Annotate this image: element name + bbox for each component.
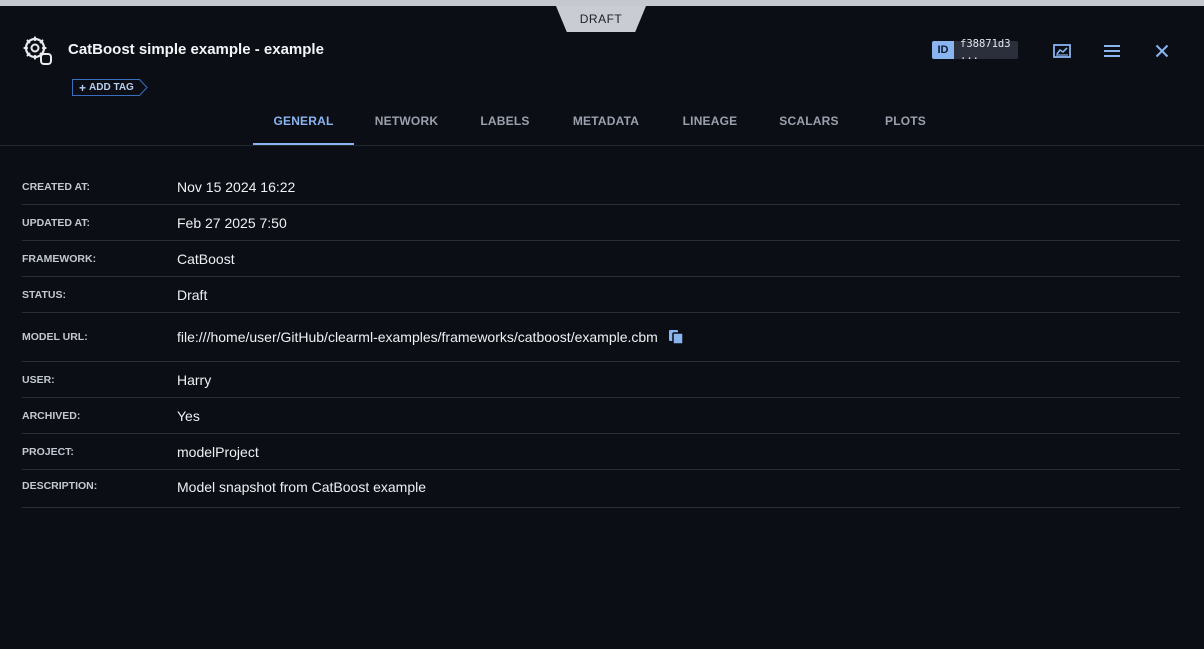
detail-value: Feb 27 2025 7:50 bbox=[177, 214, 287, 231]
model-icon bbox=[23, 36, 53, 66]
copy-icon[interactable] bbox=[668, 329, 684, 345]
tab-metadata[interactable]: METADATA bbox=[551, 103, 661, 145]
detail-row-archived: ARCHIVED: Yes bbox=[22, 398, 1180, 434]
detail-row-model-url: MODEL URL: file:///home/user/GitHub/clea… bbox=[22, 313, 1180, 362]
detail-label: CREATED AT: bbox=[22, 180, 91, 193]
detail-value: CatBoost bbox=[177, 250, 235, 267]
detail-row-created: CREATED AT: Nov 15 2024 16:22 bbox=[22, 169, 1180, 205]
detail-row-user: USER: Harry bbox=[22, 362, 1180, 398]
chart-panel-icon bbox=[1053, 44, 1071, 58]
plus-icon: + bbox=[79, 80, 87, 95]
detail-value: file:///home/user/GitHub/clearml-example… bbox=[177, 329, 684, 345]
detail-label: DESCRIPTION: bbox=[22, 480, 98, 492]
detail-label: STATUS: bbox=[22, 288, 66, 301]
page-title: CatBoost simple example - example bbox=[68, 41, 324, 58]
detail-row-updated: UPDATED AT: Feb 27 2025 7:50 bbox=[22, 205, 1180, 241]
tab-plots[interactable]: PLOTS bbox=[859, 103, 952, 145]
detail-value: Nov 15 2024 16:22 bbox=[177, 178, 296, 195]
tab-network[interactable]: NETWORK bbox=[354, 103, 459, 145]
tab-lineage[interactable]: LINEAGE bbox=[661, 103, 759, 145]
close-button[interactable] bbox=[1151, 40, 1173, 62]
top-border bbox=[0, 0, 1204, 6]
detail-row-description: DESCRIPTION: Model snapshot from CatBoos… bbox=[22, 470, 1180, 508]
add-tag-label: ADD TAG bbox=[89, 82, 134, 93]
tag-arrow-icon bbox=[139, 79, 148, 96]
id-value: f38871d3 ... bbox=[954, 38, 1018, 62]
detail-label: MODEL URL: bbox=[22, 331, 88, 343]
status-badge: DRAFT bbox=[556, 6, 646, 32]
detail-label: PROJECT: bbox=[22, 445, 74, 458]
detail-row-status: STATUS: Draft bbox=[22, 277, 1180, 313]
tab-scalars[interactable]: SCALARS bbox=[759, 103, 859, 145]
tab-general[interactable]: GENERAL bbox=[253, 103, 354, 145]
menu-button[interactable] bbox=[1101, 40, 1123, 62]
model-url-link[interactable]: file:///home/user/GitHub/clearml-example… bbox=[177, 329, 658, 345]
tab-labels[interactable]: LABELS bbox=[459, 103, 551, 145]
detail-label: ARCHIVED: bbox=[22, 409, 81, 422]
general-details: CREATED AT: Nov 15 2024 16:22 UPDATED AT… bbox=[22, 169, 1180, 508]
detail-row-framework: FRAMEWORK: CatBoost bbox=[22, 241, 1180, 277]
detail-value: modelProject bbox=[177, 443, 259, 460]
detail-value: Draft bbox=[177, 286, 208, 303]
tabs-divider bbox=[0, 145, 1204, 146]
model-id[interactable]: ID f38871d3 ... bbox=[932, 38, 1018, 62]
detail-label: UPDATED AT: bbox=[22, 216, 91, 229]
hamburger-menu-icon bbox=[1104, 45, 1120, 57]
detail-row-project: PROJECT: modelProject bbox=[22, 434, 1180, 470]
detail-label: FRAMEWORK: bbox=[22, 252, 97, 265]
close-icon bbox=[1155, 44, 1169, 58]
id-chip: ID bbox=[932, 41, 954, 59]
add-tag-button[interactable]: + ADD TAG bbox=[72, 79, 140, 96]
detail-label: USER: bbox=[22, 373, 55, 386]
detail-value: Harry bbox=[177, 371, 212, 388]
detail-value[interactable]: Model snapshot from CatBoost example bbox=[177, 479, 426, 495]
tab-bar: GENERAL NETWORK LABELS METADATA LINEAGE … bbox=[253, 103, 952, 145]
info-panel-button[interactable] bbox=[1051, 40, 1073, 62]
detail-value: Yes bbox=[177, 407, 200, 424]
